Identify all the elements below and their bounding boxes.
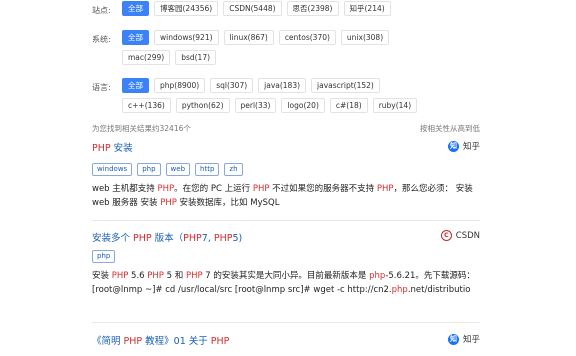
system-option-all[interactable]: 全部	[122, 30, 149, 45]
highlight-keyword: PHP	[252, 184, 270, 194]
highlight-keyword: PHP	[123, 336, 143, 347]
language-option-perl[interactable]: perl(33)	[234, 98, 277, 113]
system-option-windows[interactable]: windows(921)	[154, 30, 219, 45]
highlight-keyword: PHP	[133, 233, 152, 244]
result-source: C CSDN	[440, 230, 480, 241]
language-option-cpp[interactable]: c++(136)	[122, 98, 171, 113]
highlight-keyword: PHP	[111, 271, 129, 281]
system-option-bsd[interactable]: bsd(17)	[175, 50, 217, 65]
result-tag[interactable]: http	[195, 163, 220, 176]
language-option-java[interactable]: java(183)	[258, 78, 307, 93]
sort-order[interactable]: 按相关性从高到低	[420, 123, 480, 134]
result-divider	[92, 220, 480, 221]
language-option-ruby[interactable]: ruby(14)	[372, 98, 418, 113]
system-options: 全部 windows(921) linux(867) centos(370) u…	[122, 30, 422, 65]
result-title[interactable]: PHP 安装	[92, 140, 133, 154]
highlight-keyword: PHP	[185, 271, 203, 281]
text-fragment: 安装	[92, 271, 112, 281]
csdn-icon: C	[440, 230, 452, 241]
language-option-sql[interactable]: sql(307)	[210, 78, 254, 93]
text-fragment: 。在您的 PC 上运行	[174, 184, 253, 194]
result-snippet: 安装 PHP 5.6 PHP 5 和 PHP 7 的安装其实是大同小异。目前最新…	[92, 269, 480, 297]
highlight-keyword: PHP	[157, 184, 175, 194]
result-tag[interactable]: php	[92, 250, 116, 263]
text-fragment: web 主机都支持	[92, 184, 158, 194]
text-fragment: .net/distributio	[407, 285, 471, 295]
result-tag[interactable]: php	[137, 163, 161, 176]
system-option-linux[interactable]: linux(867)	[223, 30, 274, 45]
result-tag[interactable]: windows	[92, 163, 133, 176]
result-divider	[92, 322, 480, 323]
system-option-mac[interactable]: mac(299)	[122, 50, 171, 65]
text-fragment: 7 的安装其实是大同小异。目前最新版本是	[202, 271, 370, 281]
result-title[interactable]: 《简明 PHP 教程》01 关于 PHP	[92, 333, 229, 347]
system-option-centos[interactable]: centos(370)	[278, 30, 336, 45]
result-source-name: CSDN	[455, 230, 480, 241]
site-option-all[interactable]: 全部	[122, 1, 149, 16]
text-fragment: 版本（	[151, 233, 184, 244]
highlight-keyword: PHP	[376, 184, 394, 194]
highlight-keyword: php	[369, 271, 386, 281]
zhihu-icon: 知	[447, 140, 459, 152]
site-options: 全部 博客园(24356) CSDN(5448) 思否(2398) 知乎(214…	[122, 1, 422, 16]
result-tags: windows php web http zh	[92, 163, 243, 176]
site-option-segmentfault[interactable]: 思否(2398)	[286, 1, 339, 16]
zhihu-icon: 知	[447, 333, 459, 345]
language-option-all[interactable]: 全部	[122, 78, 149, 93]
result-tags: php	[92, 250, 116, 263]
result-snippet: web 主机都支持 PHP。在您的 PC 上运行 PHP 不过如果您的服务器不支…	[92, 182, 480, 210]
highlight-keyword: PHP	[183, 233, 202, 244]
site-option-zhihu[interactable]: 知乎(214)	[343, 1, 391, 16]
filter-label-language: 语言:	[92, 83, 111, 92]
text-fragment: 不过如果您的服务器不支持	[269, 184, 377, 194]
result-source: 知 知乎	[447, 140, 480, 152]
highlight-keyword: php	[391, 285, 408, 295]
highlight-keyword: PHP	[213, 233, 233, 244]
result-source-name: 知乎	[462, 335, 480, 345]
language-option-python[interactable]: python(62)	[175, 98, 230, 113]
text-fragment: 5.6	[128, 271, 148, 281]
text-fragment: 5)	[232, 233, 243, 244]
result-source: 知 知乎	[447, 333, 480, 345]
result-tag[interactable]: web	[165, 163, 191, 176]
text-fragment: 5 和	[163, 271, 186, 281]
result-tag[interactable]: zh	[224, 163, 243, 176]
site-option-csdn[interactable]: CSDN(5448)	[223, 1, 282, 16]
result-count: 为您找到相关结果约32416个	[92, 124, 191, 133]
text-fragment: 7,	[201, 233, 214, 244]
result-source-name: 知乎	[462, 142, 480, 152]
site-option-cnblogs[interactable]: 博客园(24356)	[154, 1, 219, 16]
filter-label-site: 站点:	[92, 6, 111, 15]
system-option-unix[interactable]: unix(308)	[340, 30, 390, 45]
language-options: 全部 php(8900) sql(307) java(183) javascri…	[122, 78, 422, 113]
text-fragment: 安装多个	[92, 233, 134, 244]
language-option-csharp[interactable]: c#(18)	[329, 98, 368, 113]
highlight-keyword: PHP	[147, 271, 164, 281]
language-option-logo[interactable]: logo(20)	[281, 98, 325, 113]
filter-label-system: 系统:	[92, 35, 111, 44]
highlight-keyword: PHP	[210, 336, 230, 347]
text-fragment: 安装数据库，比如 MySQL	[176, 198, 280, 208]
text-fragment: 《简明	[92, 336, 124, 347]
text-fragment: 教程》01 关于	[142, 336, 211, 347]
language-option-php[interactable]: php(8900)	[154, 78, 206, 93]
result-title[interactable]: 安装多个 PHP 版本（PHP7, PHP5)	[92, 230, 242, 244]
language-option-javascript[interactable]: javascript(152)	[311, 78, 380, 93]
highlight-keyword: PHP	[160, 198, 177, 208]
